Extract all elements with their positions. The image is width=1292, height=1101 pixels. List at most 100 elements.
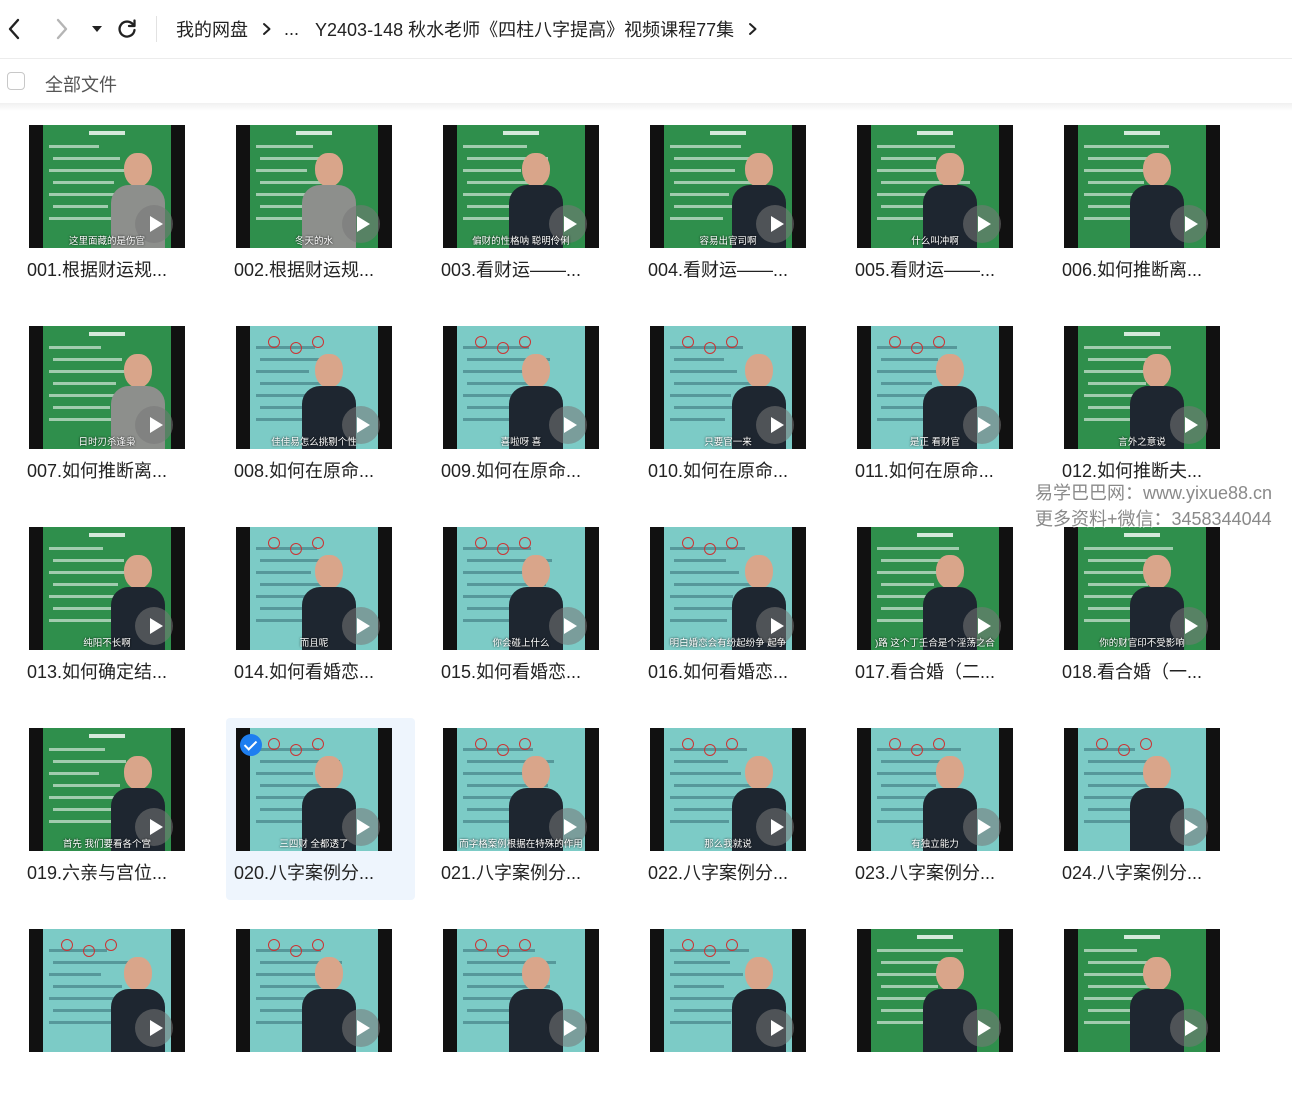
file-item[interactable]: 佳佳易怎么挑剔个性 008.如何在原命... [226, 316, 415, 498]
file-item[interactable]: 首先 我们要看各个宫 019.六亲与宫位... [19, 718, 208, 900]
video-thumbnail[interactable]: 日时刃杀逢枭 [29, 326, 185, 449]
file-name[interactable]: 002.根据财运规... [234, 256, 394, 282]
file-item[interactable]: 三四财 全都透了 020.八字案例分... [226, 718, 415, 900]
file-item[interactable] [19, 919, 208, 1101]
file-name[interactable]: 005.看财运——... [855, 256, 1015, 282]
file-item[interactable]: 言外之意说 012.如何推断夫... [1054, 316, 1243, 498]
file-item[interactable] [226, 919, 415, 1101]
video-thumbnail[interactable]: 你会碰上什么 [443, 527, 599, 650]
video-thumbnail[interactable]: 明白婚恋会有纷起纷争 起争 [650, 527, 806, 650]
video-thumbnail[interactable] [29, 929, 185, 1052]
video-thumbnail[interactable]: )路 这个丁壬合是个淫荡之合 [857, 527, 1013, 650]
play-icon[interactable] [756, 1009, 794, 1047]
board-circle-mark [726, 336, 738, 348]
file-item[interactable] [847, 919, 1036, 1101]
file-name[interactable]: 016.如何看婚恋... [648, 658, 808, 684]
video-thumbnail[interactable]: 是正 看财官 [857, 326, 1013, 449]
teacher-face [124, 957, 152, 991]
file-item[interactable]: 那么我就说 022.八字案例分... [640, 718, 829, 900]
play-icon[interactable] [963, 1009, 1001, 1047]
video-thumbnail[interactable] [650, 929, 806, 1052]
video-thumbnail[interactable]: 那么我就说 [650, 728, 806, 851]
video-thumbnail[interactable] [1064, 125, 1220, 248]
file-item[interactable]: 偏财的性格呐 聪明伶俐 003.看财运——... [433, 115, 622, 297]
file-item[interactable]: 喜啦呀 喜 009.如何在原命... [433, 316, 622, 498]
file-item[interactable]: 而字格案例根据在特殊的作用 021.八字案例分... [433, 718, 622, 900]
file-item[interactable]: 什么叫冲啊 005.看财运——... [847, 115, 1036, 297]
file-name[interactable]: 011.如何在原命... [855, 457, 1015, 483]
video-subtitle: 而字格案例根据在特殊的作用 [459, 839, 583, 850]
file-name[interactable]: 022.八字案例分... [648, 859, 808, 885]
file-item[interactable] [1054, 919, 1243, 1101]
video-thumbnail[interactable]: 首先 我们要看各个宫 [29, 728, 185, 851]
file-name[interactable]: 003.看财运——... [441, 256, 601, 282]
video-thumbnail[interactable] [857, 929, 1013, 1052]
file-item[interactable] [640, 919, 829, 1101]
file-item[interactable]: 纯阳不长啊 013.如何确定结... [19, 517, 208, 699]
file-item[interactable]: 只要官一来 010.如何在原命... [640, 316, 829, 498]
file-item[interactable] [433, 919, 622, 1101]
video-thumbnail[interactable]: 只要官一来 [650, 326, 806, 449]
file-name[interactable]: 017.看合婚（二... [855, 658, 1015, 684]
file-name[interactable]: 010.如何在原命... [648, 457, 808, 483]
board-circle-mark [475, 939, 487, 951]
file-item[interactable]: 明白婚恋会有纷起纷争 起争 016.如何看婚恋... [640, 517, 829, 699]
play-icon[interactable] [1170, 808, 1208, 846]
board-heading [89, 332, 125, 336]
video-thumbnail[interactable] [236, 929, 392, 1052]
video-thumbnail[interactable]: 佳佳易怎么挑剔个性 [236, 326, 392, 449]
file-item[interactable]: 这里面藏的是伤官 001.根据财运规... [19, 115, 208, 297]
checkmark-icon[interactable] [240, 734, 262, 756]
video-thumbnail[interactable] [443, 929, 599, 1052]
file-item[interactable]: 024.八字案例分... [1054, 718, 1243, 900]
file-item[interactable]: 你会碰上什么 015.如何看婚恋... [433, 517, 622, 699]
file-item[interactable]: 006.如何推断离... [1054, 115, 1243, 297]
file-name[interactable]: 021.八字案例分... [441, 859, 601, 885]
file-name[interactable]: 008.如何在原命... [234, 457, 394, 483]
play-icon[interactable] [1170, 1009, 1208, 1047]
file-name[interactable]: 009.如何在原命... [441, 457, 601, 483]
teacher-face [315, 354, 343, 388]
play-icon[interactable] [549, 1009, 587, 1047]
video-thumbnail[interactable]: 冬天的水 [236, 125, 392, 248]
file-name[interactable]: 006.如何推断离... [1062, 256, 1222, 282]
play-icon[interactable] [1170, 205, 1208, 243]
video-thumbnail[interactable]: 容易出官司啊 [650, 125, 806, 248]
file-item[interactable]: 而且呢 014.如何看婚恋... [226, 517, 415, 699]
video-thumbnail[interactable]: 言外之意说 [1064, 326, 1220, 449]
file-item[interactable]: 日时刃杀逢枭 007.如何推断离... [19, 316, 208, 498]
play-icon[interactable] [342, 1009, 380, 1047]
video-thumbnail[interactable]: 什么叫冲啊 [857, 125, 1013, 248]
file-item[interactable]: 容易出官司啊 004.看财运——... [640, 115, 829, 297]
file-name[interactable]: 023.八字案例分... [855, 859, 1015, 885]
file-item[interactable]: )路 这个丁壬合是个淫荡之合 017.看合婚（二... [847, 517, 1036, 699]
file-item[interactable]: 是正 看财官 011.如何在原命... [847, 316, 1036, 498]
video-subtitle: 喜啦呀 喜 [500, 437, 542, 448]
file-name[interactable]: 007.如何推断离... [27, 457, 187, 483]
file-name[interactable]: 004.看财运——... [648, 256, 808, 282]
video-subtitle: 你的财官印不受影响 [1099, 638, 1185, 649]
video-thumbnail[interactable]: 纯阳不长啊 [29, 527, 185, 650]
video-thumbnail[interactable] [1064, 929, 1220, 1052]
video-thumbnail[interactable]: 偏财的性格呐 聪明伶俐 [443, 125, 599, 248]
video-thumbnail[interactable]: 而且呢 [236, 527, 392, 650]
file-name[interactable]: 014.如何看婚恋... [234, 658, 394, 684]
video-thumbnail[interactable]: 你的财官印不受影响 [1064, 527, 1220, 650]
file-name[interactable]: 024.八字案例分... [1062, 859, 1222, 885]
file-name[interactable]: 001.根据财运规... [27, 256, 187, 282]
file-name[interactable]: 020.八字案例分... [234, 859, 394, 885]
file-name[interactable]: 015.如何看婚恋... [441, 658, 601, 684]
video-thumbnail[interactable] [1064, 728, 1220, 851]
video-thumbnail[interactable]: 而字格案例根据在特殊的作用 [443, 728, 599, 851]
video-thumbnail[interactable]: 这里面藏的是伤官 [29, 125, 185, 248]
file-item[interactable]: 你的财官印不受影响 018.看合婚（一... [1054, 517, 1243, 699]
file-name[interactable]: 018.看合婚（一... [1062, 658, 1222, 684]
video-thumbnail[interactable]: 有独立能力 [857, 728, 1013, 851]
file-name[interactable]: 019.六亲与宫位... [27, 859, 187, 885]
file-item[interactable]: 有独立能力 023.八字案例分... [847, 718, 1036, 900]
board-text-line [53, 157, 120, 160]
video-thumbnail[interactable]: 喜啦呀 喜 [443, 326, 599, 449]
file-name[interactable]: 013.如何确定结... [27, 658, 187, 684]
play-icon[interactable] [135, 1009, 173, 1047]
file-item[interactable]: 冬天的水 002.根据财运规... [226, 115, 415, 297]
